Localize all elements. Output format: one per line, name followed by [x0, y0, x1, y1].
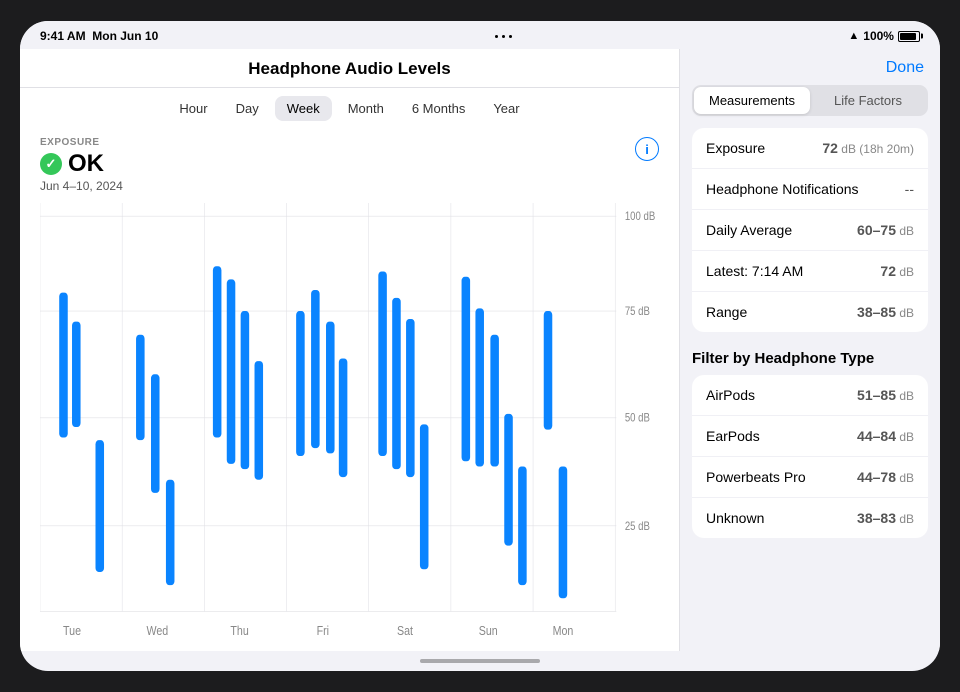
- right-header: Done: [680, 49, 940, 85]
- svg-text:50 dB: 50 dB: [625, 412, 650, 425]
- exposure-status-row: ✓ OK: [40, 150, 659, 178]
- tab-hour[interactable]: Hour: [167, 96, 219, 121]
- status-bar: 9:41 AM Mon Jun 10 ▲ 100%: [20, 21, 940, 49]
- headphone-value-earpods: 44–84 dB: [857, 428, 914, 444]
- metric-value-daily-avg: 60–75 dB: [857, 222, 914, 238]
- tab-year[interactable]: Year: [481, 96, 531, 121]
- svg-text:Tue: Tue: [63, 623, 81, 638]
- home-bar: [420, 659, 540, 663]
- metric-value-latest: 72 dB: [880, 263, 914, 279]
- battery-icon: [898, 31, 920, 42]
- svg-text:100 dB: 100 dB: [625, 210, 655, 223]
- metric-row-notifications: Headphone Notifications --: [692, 169, 928, 210]
- metric-label-exposure: Exposure: [706, 140, 765, 156]
- main-content: Headphone Audio Levels Hour Day Week Mon…: [20, 49, 940, 651]
- svg-text:75 dB: 75 dB: [625, 305, 650, 318]
- check-circle-icon: ✓: [40, 153, 62, 175]
- seg-life-factors[interactable]: Life Factors: [810, 87, 926, 114]
- headphone-row-unknown: Unknown 38–83 dB: [692, 498, 928, 538]
- wifi-icon: ▲: [848, 30, 859, 42]
- metric-row-range: Range 38–85 dB: [692, 292, 928, 332]
- page-title-bar: Headphone Audio Levels: [20, 49, 679, 88]
- svg-text:Mon: Mon: [553, 623, 574, 638]
- exposure-label: EXPOSURE: [40, 137, 659, 148]
- filter-section-title: Filter by Headphone Type: [680, 346, 940, 375]
- svg-text:Sun: Sun: [479, 623, 498, 638]
- svg-text:Wed: Wed: [147, 623, 169, 638]
- metric-row-latest: Latest: 7:14 AM 72 dB: [692, 251, 928, 292]
- headphone-row-powerbeats: Powerbeats Pro 44–78 dB: [692, 457, 928, 498]
- headphone-value-unknown: 38–83 dB: [857, 510, 914, 526]
- battery-percent: 100%: [863, 29, 894, 43]
- tab-month[interactable]: Month: [336, 96, 396, 121]
- svg-text:25 dB: 25 dB: [625, 520, 650, 533]
- status-right: ▲ 100%: [848, 29, 920, 43]
- exposure-ok-text: OK: [68, 150, 104, 178]
- page-title: Headphone Audio Levels: [248, 59, 450, 78]
- headphone-row-earpods: EarPods 44–84 dB: [692, 416, 928, 457]
- tab-6months[interactable]: 6 Months: [400, 96, 477, 121]
- metric-label-range: Range: [706, 304, 747, 320]
- metric-row-daily-avg: Daily Average 60–75 dB: [692, 210, 928, 251]
- chart-svg: 100 dB 75 dB 50 dB 25 dB: [40, 203, 659, 651]
- metric-label-latest: Latest: 7:14 AM: [706, 263, 803, 279]
- metric-value-range: 38–85 dB: [857, 304, 914, 320]
- tab-day[interactable]: Day: [224, 96, 271, 121]
- metric-label-daily-avg: Daily Average: [706, 222, 792, 238]
- svg-text:Thu: Thu: [230, 623, 248, 638]
- left-panel: Headphone Audio Levels Hour Day Week Mon…: [20, 49, 680, 651]
- metric-row-exposure: Exposure 72 dB (18h 20m): [692, 128, 928, 169]
- headphone-type-card: AirPods 51–85 dB EarPods 44–84 dB Powerb…: [692, 375, 928, 538]
- headphone-label-airpods: AirPods: [706, 387, 755, 403]
- headphone-value-airpods: 51–85 dB: [857, 387, 914, 403]
- headphone-type-section: Filter by Headphone Type AirPods 51–85 d…: [680, 346, 940, 548]
- date-range: Jun 4–10, 2024: [40, 179, 659, 193]
- svg-text:Sat: Sat: [397, 623, 414, 638]
- device-frame: 9:41 AM Mon Jun 10 ▲ 100% Headphone Audi…: [20, 21, 940, 671]
- svg-text:Fri: Fri: [317, 623, 329, 638]
- done-button[interactable]: Done: [886, 59, 924, 77]
- metric-value-exposure: 72 dB (18h 20m): [822, 140, 914, 156]
- headphone-label-earpods: EarPods: [706, 428, 760, 444]
- seg-measurements[interactable]: Measurements: [694, 87, 810, 114]
- headphone-label-unknown: Unknown: [706, 510, 764, 526]
- right-panel: Done Measurements Life Factors Exposure …: [680, 49, 940, 651]
- headphone-value-powerbeats: 44–78 dB: [857, 469, 914, 485]
- chart-area: EXPOSURE ✓ OK Jun 4–10, 2024 i: [20, 127, 679, 651]
- exposure-section: EXPOSURE ✓ OK Jun 4–10, 2024: [40, 137, 659, 193]
- tab-week[interactable]: Week: [275, 96, 332, 121]
- metric-label-notifications: Headphone Notifications: [706, 181, 859, 197]
- status-time: 9:41 AM Mon Jun 10: [40, 29, 158, 43]
- status-center-dots: [495, 35, 512, 38]
- metric-value-notifications: --: [905, 181, 914, 197]
- time-tabs: Hour Day Week Month 6 Months Year: [20, 88, 679, 127]
- metrics-card: Exposure 72 dB (18h 20m) Headphone Notif…: [692, 128, 928, 332]
- info-button[interactable]: i: [635, 137, 659, 161]
- segment-control: Measurements Life Factors: [692, 85, 928, 116]
- home-indicator: [20, 651, 940, 671]
- headphone-row-airpods: AirPods 51–85 dB: [692, 375, 928, 416]
- headphone-label-powerbeats: Powerbeats Pro: [706, 469, 806, 485]
- chart-container: 100 dB 75 dB 50 dB 25 dB: [40, 203, 659, 651]
